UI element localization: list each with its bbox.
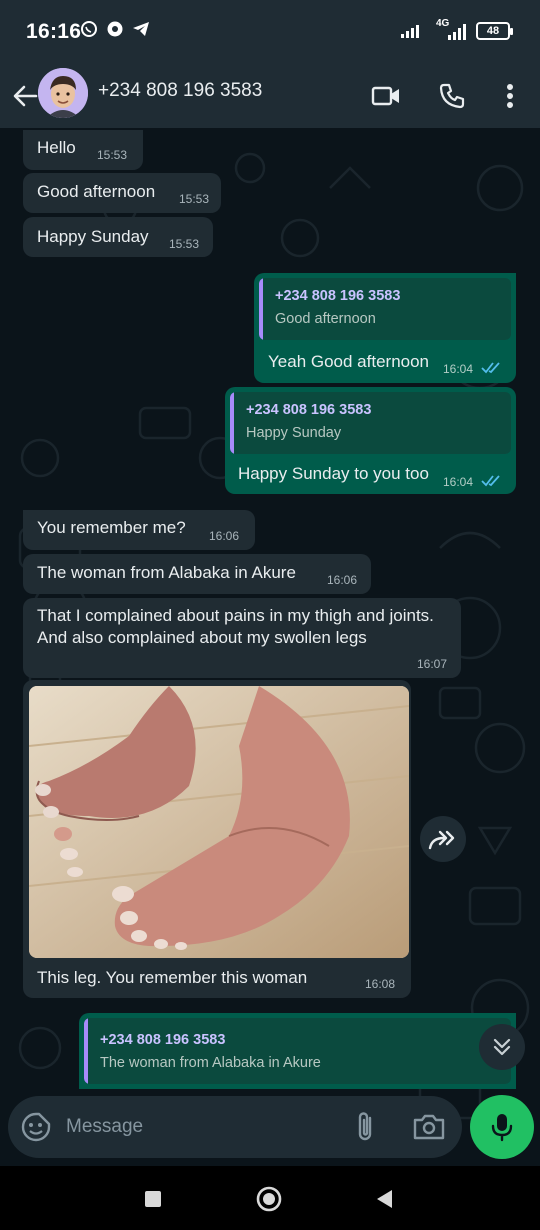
incoming-message[interactable]: You remember me? 16:06 bbox=[23, 510, 255, 550]
camera-icon[interactable] bbox=[412, 1111, 446, 1143]
avatar-memoji-icon bbox=[38, 68, 88, 118]
signal-4g-icon bbox=[448, 24, 466, 40]
paperclip-icon[interactable] bbox=[350, 1110, 382, 1144]
forward-button[interactable] bbox=[420, 816, 466, 862]
video-call-button[interactable] bbox=[366, 76, 406, 116]
quoted-sender: +234 808 196 3583 bbox=[246, 402, 372, 418]
system-navigation-bar bbox=[0, 1166, 540, 1230]
incoming-message[interactable]: Hello 15:53 bbox=[23, 130, 143, 170]
kebab-menu-icon bbox=[507, 84, 513, 108]
back-nav-button[interactable] bbox=[370, 1184, 400, 1214]
message-time: 15:53 bbox=[169, 237, 200, 251]
forward-arrow-icon bbox=[428, 830, 455, 850]
message-time: 16:07 bbox=[417, 657, 448, 671]
avatar[interactable] bbox=[38, 68, 88, 118]
quoted-message[interactable]: +234 808 196 3583 Good afternoon bbox=[259, 278, 511, 340]
more-options-button[interactable] bbox=[490, 76, 530, 116]
video-camera-icon bbox=[371, 86, 399, 106]
quoted-text: The woman from Alabaka in Akure bbox=[100, 1055, 321, 1071]
incoming-message[interactable]: That I complained about pains in my thig… bbox=[23, 598, 461, 678]
square-icon bbox=[145, 1191, 161, 1207]
phone-icon bbox=[439, 83, 465, 109]
status-bar: 16:16 4G 48 bbox=[0, 0, 540, 64]
message-text: Happy Sunday to you too bbox=[238, 464, 429, 483]
telegram-icon bbox=[133, 22, 149, 36]
message-time: 16:04 bbox=[443, 362, 474, 376]
incoming-message[interactable]: Good afternoon 15:53 bbox=[23, 173, 221, 213]
image-caption: This leg. You remember this woman bbox=[37, 968, 308, 987]
voice-message-button[interactable] bbox=[470, 1095, 534, 1159]
incoming-image-message[interactable]: This leg. You remember this woman 16:08 bbox=[23, 680, 411, 998]
recents-button[interactable] bbox=[138, 1184, 168, 1214]
quoted-message[interactable]: +234 808 196 3583 The woman from Alabaka… bbox=[84, 1018, 511, 1084]
back-button[interactable] bbox=[8, 78, 42, 114]
message-time: 16:04 bbox=[443, 475, 474, 489]
message-time: 16:06 bbox=[209, 529, 240, 543]
message-photo[interactable] bbox=[29, 686, 409, 958]
quoted-sender: +234 808 196 3583 bbox=[100, 1032, 226, 1048]
scroll-to-bottom-button[interactable] bbox=[479, 1024, 525, 1070]
message-text: The woman from Alabaka in Akure bbox=[37, 563, 296, 582]
message-text: Hello bbox=[37, 138, 76, 157]
photo-feet-image bbox=[29, 686, 409, 958]
outgoing-message[interactable]: +234 808 196 3583 Good afternoon Yeah Go… bbox=[254, 273, 516, 383]
app-notification-icon bbox=[107, 21, 123, 37]
message-text: Good afternoon bbox=[37, 182, 156, 201]
message-text: You remember me? bbox=[37, 518, 186, 537]
message-text: Happy Sunday bbox=[37, 227, 149, 246]
quoted-message[interactable]: +234 808 196 3583 Happy Sunday bbox=[230, 392, 511, 454]
whatsapp-icon bbox=[81, 21, 97, 37]
sticker-icon[interactable] bbox=[20, 1111, 52, 1143]
message-text: That I complained about pains in my thig… bbox=[37, 606, 434, 647]
message-time: 16:06 bbox=[327, 573, 358, 587]
chat-header: +234 808 196 3583 bbox=[0, 64, 540, 128]
outgoing-message[interactable]: +234 808 196 3583 The woman from Alabaka… bbox=[79, 1013, 516, 1089]
quoted-text: Good afternoon bbox=[275, 311, 376, 327]
home-button[interactable] bbox=[254, 1184, 284, 1214]
quoted-text: Happy Sunday bbox=[246, 425, 342, 441]
message-time: 15:53 bbox=[97, 148, 128, 162]
circle-home-icon bbox=[256, 1186, 282, 1212]
read-receipt-icon bbox=[481, 475, 500, 487]
signal-icon bbox=[401, 25, 419, 38]
back-arrow-icon bbox=[13, 85, 38, 107]
contact-name[interactable]: +234 808 196 3583 bbox=[98, 80, 262, 102]
chat-screen: 16:16 4G 48 +234 808 196 3583 Hello 15:5… bbox=[0, 0, 540, 1230]
incoming-message[interactable]: Happy Sunday 15:53 bbox=[23, 217, 213, 257]
message-text: Yeah Good afternoon bbox=[268, 352, 430, 371]
message-input[interactable] bbox=[66, 1108, 336, 1146]
message-composer bbox=[8, 1096, 462, 1158]
battery-icon: 48 bbox=[476, 22, 513, 40]
voice-call-button[interactable] bbox=[432, 76, 472, 116]
outgoing-message[interactable]: +234 808 196 3583 Happy Sunday Happy Sun… bbox=[225, 387, 516, 494]
incoming-message[interactable]: The woman from Alabaka in Akure 16:06 bbox=[23, 554, 371, 594]
microphone-icon bbox=[491, 1114, 513, 1142]
double-chevron-down-icon bbox=[493, 1038, 511, 1056]
triangle-back-icon bbox=[377, 1190, 392, 1208]
quoted-sender: +234 808 196 3583 bbox=[275, 288, 401, 304]
status-time: 16:16 bbox=[26, 20, 82, 43]
message-time: 16:08 bbox=[365, 977, 396, 991]
read-receipt-icon bbox=[481, 362, 500, 374]
message-time: 15:53 bbox=[179, 192, 210, 206]
